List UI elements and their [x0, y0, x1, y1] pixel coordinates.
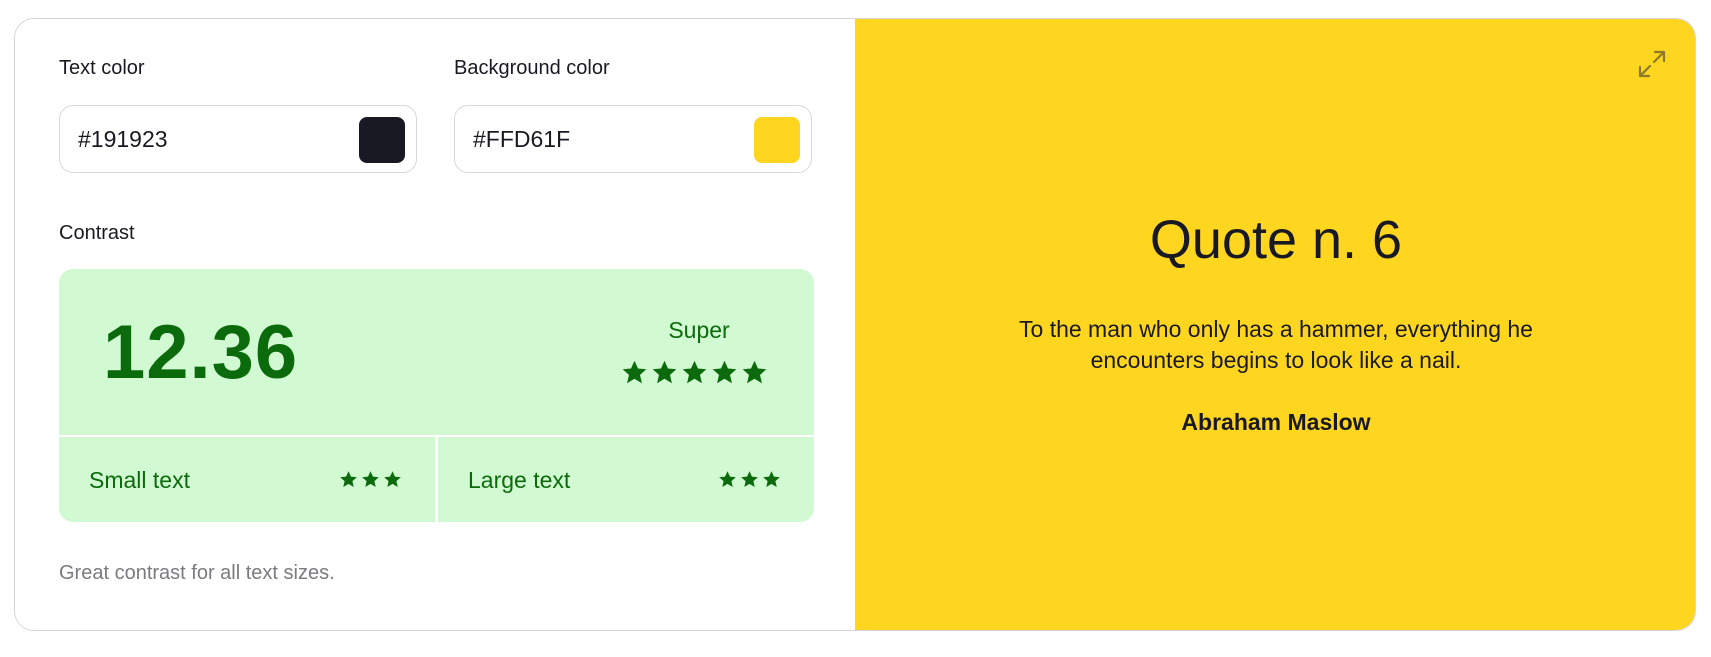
small-text-label: Small text [89, 467, 190, 493]
star-icon [651, 359, 678, 390]
contrast-note: Great contrast for all text sizes. [59, 562, 335, 584]
contrast-breakdown: Small text Large text [59, 437, 814, 522]
star-icon [361, 470, 380, 493]
controls-panel: Text color Background color Contrast 12.… [15, 19, 855, 630]
expand-icon[interactable] [1637, 49, 1667, 79]
color-contrast-card: Text color Background color Contrast 12.… [14, 18, 1696, 631]
star-icon [711, 359, 738, 390]
contrast-result: 12.36 Super Small text Large text [59, 269, 814, 522]
rating-stars [621, 359, 768, 390]
background-color-label: Background color [454, 57, 610, 79]
small-text-stars [339, 470, 402, 493]
preview-panel: Quote n. 6 To the man who only has a ham… [855, 19, 1695, 630]
star-icon [681, 359, 708, 390]
quote-text: To the man who only has a hammer, everyt… [1019, 316, 1533, 373]
quote-author: Abraham Maslow [1181, 409, 1371, 435]
background-color-swatch[interactable] [754, 117, 800, 163]
star-icon [718, 470, 737, 493]
text-color-label: Text color [59, 57, 145, 79]
contrast-label: Contrast [59, 222, 135, 244]
large-text-rating: Large text [438, 437, 814, 522]
star-icon [762, 470, 781, 493]
star-icon [621, 359, 648, 390]
background-color-field[interactable] [454, 105, 812, 173]
contrast-summary: 12.36 Super [59, 269, 814, 435]
contrast-ratio: 12.36 [103, 310, 299, 395]
star-icon [339, 470, 358, 493]
large-text-stars [718, 470, 781, 493]
contrast-rating-label: Super [668, 317, 730, 343]
star-icon [741, 359, 768, 390]
background-color-input[interactable] [473, 106, 733, 172]
text-color-input[interactable] [78, 106, 338, 172]
text-color-swatch[interactable] [359, 117, 405, 163]
star-icon [740, 470, 759, 493]
quote-title: Quote n. 6 [1149, 210, 1403, 270]
text-color-field[interactable] [59, 105, 417, 173]
large-text-label: Large text [468, 467, 571, 493]
small-text-rating: Small text [59, 437, 435, 522]
star-icon [383, 470, 402, 493]
